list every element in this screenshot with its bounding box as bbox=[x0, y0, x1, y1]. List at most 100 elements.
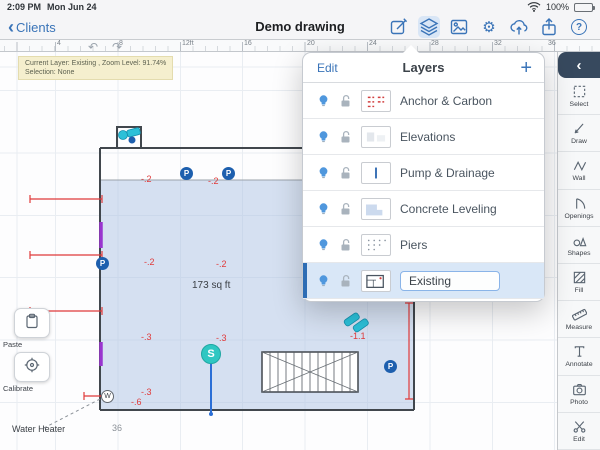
layer-name: Elevations bbox=[400, 130, 455, 144]
tool-annotate[interactable]: Annotate bbox=[558, 338, 600, 375]
clipboard-icon bbox=[24, 313, 40, 334]
edit-layers-button[interactable]: Edit bbox=[317, 61, 338, 75]
nav-bar: ‹ Clients Demo drawing ⚙ ? bbox=[0, 14, 600, 40]
tool-draw[interactable]: Draw bbox=[558, 115, 600, 152]
undo-icon[interactable]: ↶ bbox=[88, 41, 98, 53]
layer-thumbnail bbox=[361, 270, 391, 292]
wifi-icon bbox=[527, 1, 541, 14]
paste-button[interactable] bbox=[14, 308, 50, 338]
ruler-tick: 32 bbox=[494, 40, 502, 47]
layer-row-pump-drainage[interactable]: Pump & Drainage bbox=[303, 155, 544, 191]
unlock-icon[interactable] bbox=[339, 130, 352, 144]
layer-row-elevations[interactable]: Elevations bbox=[303, 119, 544, 155]
layer-thumbnail bbox=[361, 126, 391, 148]
app-window: 2:09 PM Mon Jun 24 100% ‹ Clients Demo d… bbox=[0, 0, 600, 450]
layer-thumbnail bbox=[361, 90, 391, 112]
measurement-label: -.3 bbox=[141, 332, 152, 342]
ruler-tick: 12ft bbox=[182, 40, 194, 47]
unlock-icon[interactable] bbox=[339, 202, 352, 216]
layers-button[interactable] bbox=[418, 16, 440, 38]
tool-openings[interactable]: Openings bbox=[558, 190, 600, 227]
layers-panel-header: Edit Layers + bbox=[303, 53, 544, 83]
layer-name: Anchor & Carbon bbox=[400, 94, 492, 108]
calibrate-button[interactable] bbox=[14, 352, 50, 382]
help-button[interactable]: ? bbox=[568, 16, 590, 38]
tool-measure[interactable]: Measure bbox=[558, 301, 600, 338]
cloud-sync-button[interactable] bbox=[508, 16, 530, 38]
visibility-bulb-icon[interactable] bbox=[317, 238, 330, 252]
battery-icon bbox=[574, 3, 593, 12]
unlock-icon[interactable] bbox=[339, 166, 352, 180]
redo-icon[interactable]: ↷ bbox=[112, 41, 122, 53]
image-button[interactable] bbox=[448, 16, 470, 38]
measurement-label: -.2 bbox=[144, 257, 155, 267]
layer-thumbnail bbox=[361, 162, 391, 184]
layer-thumbnail bbox=[361, 234, 391, 256]
tool-label: Wall bbox=[573, 175, 586, 182]
collapse-chevron-icon: ‹ bbox=[577, 57, 582, 74]
status-date: Mon Jun 24 bbox=[47, 2, 97, 12]
gear-glyph: ⚙ bbox=[482, 20, 495, 35]
visibility-bulb-icon[interactable] bbox=[317, 130, 330, 144]
tool-edit[interactable]: Edit bbox=[558, 413, 600, 450]
status-info-overlay: Current Layer: Existing , Zoom Level: 91… bbox=[18, 56, 173, 80]
layer-row-anchor-carbon[interactable]: Anchor & Carbon bbox=[303, 83, 544, 119]
plumbing-marker-p[interactable]: P bbox=[96, 257, 109, 270]
layer-row-existing-selected[interactable]: Existing bbox=[303, 263, 544, 299]
layer-name: Pump & Drainage bbox=[400, 166, 495, 180]
status-time: 2:09 PM bbox=[7, 2, 41, 12]
calibrate-label: Calibrate bbox=[3, 384, 61, 393]
tool-fill[interactable]: Fill bbox=[558, 264, 600, 301]
tool-select[interactable]: Select bbox=[558, 78, 600, 115]
measurement-label: -1.1 bbox=[350, 331, 366, 341]
tool-label: Openings bbox=[564, 213, 593, 220]
layer-row-piers[interactable]: Piers bbox=[303, 227, 544, 263]
tool-label: Shapes bbox=[567, 250, 590, 257]
grid-number-label: 36 bbox=[112, 423, 122, 433]
settings-gear-icon[interactable]: ⚙ bbox=[478, 16, 500, 38]
visibility-bulb-icon[interactable] bbox=[317, 202, 330, 216]
ruler-tick: 36 bbox=[548, 40, 556, 47]
layers-panel-title: Layers bbox=[303, 60, 544, 75]
popover-arrow bbox=[403, 45, 419, 53]
battery-percent: 100% bbox=[546, 2, 569, 12]
water-heater-marker-w[interactable]: W bbox=[101, 390, 114, 403]
info-line-1: Current Layer: Existing , Zoom Level: 91… bbox=[25, 59, 166, 68]
help-glyph: ? bbox=[571, 19, 587, 35]
tool-label: Annotate bbox=[565, 361, 592, 368]
measurement-label: -.2 bbox=[141, 174, 152, 184]
tool-label: Photo bbox=[570, 399, 588, 406]
visibility-bulb-icon[interactable] bbox=[317, 94, 330, 108]
layer-name: Concrete Leveling bbox=[400, 202, 497, 216]
ruler-tick: 4 bbox=[57, 40, 61, 47]
layer-row-concrete-leveling[interactable]: Concrete Leveling bbox=[303, 191, 544, 227]
add-layer-button[interactable]: + bbox=[520, 58, 532, 78]
unlock-icon[interactable] bbox=[339, 238, 352, 252]
measurement-label: -.6 bbox=[131, 397, 142, 407]
unlock-icon[interactable] bbox=[339, 274, 352, 288]
visibility-bulb-icon[interactable] bbox=[317, 166, 330, 180]
tool-label: Measure bbox=[566, 324, 592, 331]
measurement-label: -.3 bbox=[141, 387, 152, 397]
status-datetime: 2:09 PM Mon Jun 24 bbox=[7, 2, 97, 12]
plumbing-marker-p[interactable]: P bbox=[384, 360, 397, 373]
plumbing-marker-p[interactable]: P bbox=[180, 167, 193, 180]
plumbing-marker-p[interactable]: P bbox=[222, 167, 235, 180]
tool-shapes[interactable]: Shapes bbox=[558, 227, 600, 264]
measurement-label: -.3 bbox=[216, 333, 227, 343]
paste-label: Paste bbox=[3, 340, 61, 349]
sensor-marker-s[interactable]: S bbox=[201, 344, 221, 364]
tool-label: Edit bbox=[573, 436, 585, 443]
tool-photo[interactable]: Photo bbox=[558, 376, 600, 413]
tool-label: Draw bbox=[571, 138, 587, 145]
tool-wall[interactable]: Wall bbox=[558, 152, 600, 189]
ruler-tick: 20 bbox=[307, 40, 315, 47]
measurement-label: -.2 bbox=[216, 259, 227, 269]
unlock-icon[interactable] bbox=[339, 94, 352, 108]
layer-thumbnail bbox=[361, 198, 391, 220]
compose-button[interactable] bbox=[388, 16, 410, 38]
layer-name-field[interactable]: Existing bbox=[400, 271, 500, 291]
share-button[interactable] bbox=[538, 16, 560, 38]
visibility-bulb-icon[interactable] bbox=[317, 274, 330, 288]
collapse-sidebar-button[interactable]: ‹ bbox=[558, 52, 600, 78]
